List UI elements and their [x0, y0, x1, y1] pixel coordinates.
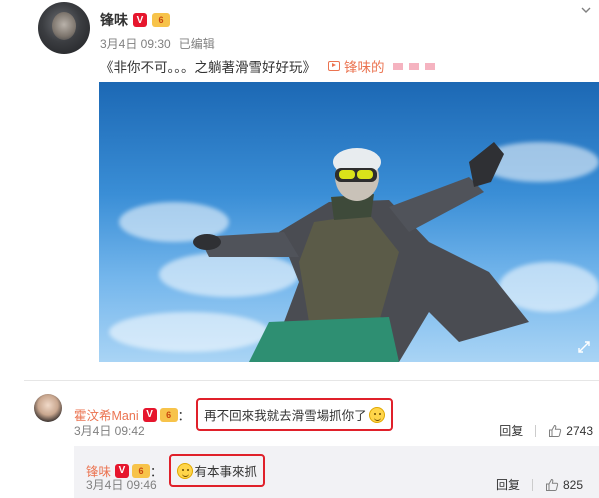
reply-text-highlighted: 有本事來抓 — [168, 454, 266, 487]
reply-item: 锋味 V 6 ： 有本事來抓 3月4日 09:46 回复 825 — [74, 446, 599, 498]
author-row: 锋味 V 6 — [100, 10, 170, 30]
post-text: 《非你不可。。。之躺著滑雪好好玩》 锋味的 — [100, 56, 435, 76]
reply-button[interactable]: 回复 — [499, 422, 523, 439]
comment-actions: 回复 2743 — [499, 422, 593, 439]
comment-colon: ： — [177, 409, 191, 423]
video-link[interactable]: 锋味的 — [328, 56, 435, 76]
comment-text-highlighted: 再不回來我就去滑雪場抓你了 — [196, 398, 393, 431]
blurred-text — [392, 62, 435, 70]
thumb-up-icon — [545, 478, 559, 491]
thumb-up-icon — [549, 424, 562, 437]
smile-emoji-icon — [368, 406, 385, 423]
post-header: 锋味 V 6 3月4日 09:30 已编辑 — [38, 2, 598, 54]
like-button[interactable]: 2743 — [548, 424, 593, 438]
like-count: 2743 — [566, 423, 593, 438]
video-player[interactable] — [99, 82, 599, 362]
reply-button[interactable]: 回复 — [496, 476, 520, 493]
commenter-avatar[interactable] — [34, 394, 62, 422]
reply-text: 有本事來抓 — [194, 465, 258, 479]
edited-label: 已编辑 — [178, 37, 215, 51]
divider — [24, 380, 599, 381]
reply-actions: 回复 825 — [496, 476, 583, 493]
comment-text: 再不回來我就去滑雪場抓你了 — [204, 409, 367, 423]
like-button[interactable]: 825 — [545, 478, 583, 492]
skier-figure — [193, 142, 529, 362]
comment-item: 霍汶希Mani V 6 ： 再不回來我就去滑雪場抓你了 3月4日 09:42 回… — [24, 392, 599, 442]
fullscreen-icon[interactable] — [577, 340, 591, 354]
author-name[interactable]: 锋味 — [100, 10, 128, 30]
video-link-label: 锋味的 — [344, 60, 385, 75]
level-badge-icon: 6 — [159, 407, 178, 422]
post-time[interactable]: 3月4日 09:30 — [100, 35, 171, 52]
like-count: 825 — [562, 477, 583, 492]
post-content: 《非你不可。。。之躺著滑雪好好玩》 — [100, 60, 316, 75]
comment-time: 3月4日 09:42 — [74, 424, 145, 438]
commenter-badges: V 6 — [142, 407, 178, 422]
level-badge-icon: 6 — [152, 13, 170, 27]
post-meta: 3月4日 09:30 已编辑 — [100, 35, 215, 52]
chevron-down-icon[interactable] — [580, 4, 592, 16]
reply-time: 3月4日 09:46 — [86, 478, 157, 492]
action-separator — [535, 424, 537, 437]
verified-icon: V — [142, 407, 157, 422]
smile-emoji-icon — [176, 462, 193, 479]
action-separator — [531, 478, 533, 491]
verified-icon: V — [133, 13, 147, 27]
video-link-icon — [328, 61, 340, 71]
author-avatar[interactable] — [38, 2, 90, 54]
